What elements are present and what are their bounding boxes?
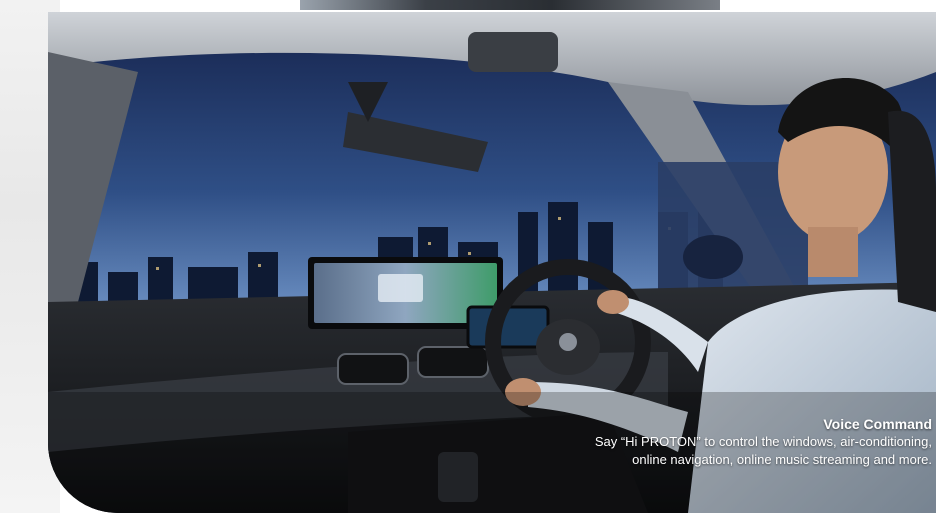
hero-image-card: Voice Command Say “Hi PROTON” to control… (48, 12, 936, 513)
caption-description-line2: online navigation, online music streamin… (632, 452, 932, 467)
top-image-strip (300, 0, 720, 10)
overhead-console (468, 32, 558, 72)
screen-car-tile (378, 274, 423, 302)
air-vent-left (337, 353, 409, 385)
driver-neck (808, 227, 858, 277)
air-vent-right (417, 346, 489, 378)
side-mirror (683, 235, 743, 279)
feature-caption: Voice Command Say “Hi PROTON” to control… (595, 415, 932, 469)
caption-title: Voice Command (823, 416, 932, 432)
caption-description-line1: Say “Hi PROTON” to control the windows, … (594, 434, 932, 449)
driver-hand-right (597, 290, 629, 314)
brand-logo-icon (559, 333, 577, 351)
instrument-cluster (466, 305, 550, 349)
